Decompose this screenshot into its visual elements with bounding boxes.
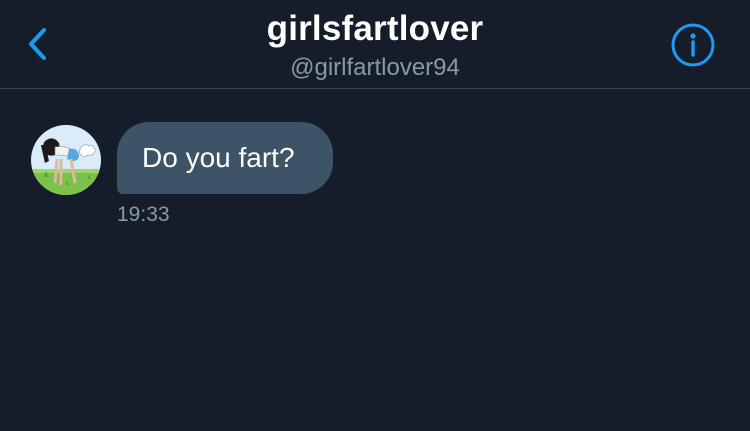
conversation-title[interactable]: girlsfartlover (0, 9, 750, 49)
avatar[interactable] (31, 125, 101, 195)
user-handle: @girlfartlover94 (290, 54, 460, 81)
info-icon (671, 23, 715, 67)
avatar-icon (31, 125, 101, 195)
message-text: Do you fart? (142, 142, 295, 173)
message-timestamp: 19:33 (117, 203, 170, 226)
conversation-header: girlsfartlover @girlfartlover94 (0, 0, 750, 89)
message-bubble[interactable]: Do you fart? (117, 122, 333, 194)
info-button[interactable] (670, 22, 716, 68)
